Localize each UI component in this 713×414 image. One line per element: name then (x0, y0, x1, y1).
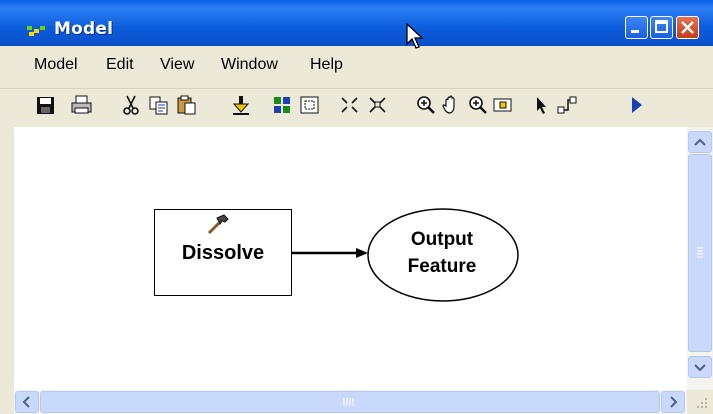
output-label-line1: Output (410, 229, 474, 250)
menu-help[interactable]: Help (310, 56, 343, 74)
copy-icon (149, 96, 168, 115)
minimize-button[interactable] (625, 16, 648, 39)
zoom-out-fixed-button[interactable] (366, 94, 390, 116)
zoom-in-button[interactable] (414, 94, 438, 116)
select-button[interactable] (530, 94, 554, 116)
model-window-icon (27, 26, 45, 36)
hammer-icon (207, 214, 229, 235)
menu-model[interactable]: Model (34, 56, 78, 74)
zoom-in-fixed-button[interactable] (338, 94, 362, 116)
menu-view[interactable]: View (160, 56, 194, 74)
resize-grip[interactable] (688, 391, 712, 413)
grip-icon (343, 398, 354, 406)
chevron-up-icon (694, 138, 706, 146)
zoom-in-fixed-icon (341, 97, 358, 113)
copy-button[interactable] (147, 94, 171, 116)
menu-edit[interactable]: Edit (106, 56, 134, 74)
print-button[interactable] (70, 94, 94, 116)
close-icon (681, 21, 694, 34)
pan-button[interactable] (440, 94, 464, 116)
add-data-icon (232, 96, 250, 115)
minimize-icon (631, 30, 639, 33)
pan-icon (442, 95, 455, 114)
full-extent-icon (300, 96, 319, 114)
paste-button[interactable] (175, 94, 199, 116)
grid-button[interactable] (271, 94, 295, 116)
connect-button[interactable] (556, 94, 580, 116)
zoom-out-icon (469, 96, 487, 114)
horizontal-scroll-thumb[interactable] (40, 391, 660, 413)
zoom-out-fixed-icon (369, 97, 386, 113)
output-label-line2: Feature (407, 256, 477, 277)
chevron-right-icon (670, 396, 678, 408)
vertical-scroll-thumb[interactable] (688, 154, 712, 352)
run-icon (632, 97, 642, 113)
connector-arrow (292, 248, 368, 258)
cut-button[interactable] (119, 94, 143, 116)
chevron-down-icon (694, 364, 706, 372)
window-title: Model (54, 19, 114, 39)
connect-icon (557, 96, 577, 114)
overview-icon (493, 98, 512, 112)
scroll-right-button[interactable] (661, 391, 685, 413)
menu-window[interactable]: Window (221, 56, 278, 74)
save-icon (37, 97, 54, 114)
grid-icon (274, 97, 290, 113)
maximize-button[interactable] (650, 16, 673, 39)
select-icon (537, 97, 546, 114)
close-button[interactable] (676, 16, 699, 39)
cut-icon (123, 95, 139, 115)
add-data-button[interactable] (229, 94, 253, 116)
tool-label: Dissolve (181, 242, 265, 264)
chevron-left-icon (22, 396, 30, 408)
resize-grip-icon (697, 398, 707, 408)
output-label: Output Feature (368, 226, 516, 280)
model-window: Model Model Edit View Window Help Dissol… (0, 0, 713, 414)
full-extent-button[interactable] (298, 94, 322, 116)
zoom-out-button[interactable] (466, 94, 490, 116)
window-border (0, 127, 14, 414)
grip-icon (697, 247, 703, 258)
mouse-cursor-icon (406, 22, 424, 49)
paste-icon (177, 95, 196, 115)
scroll-left-button[interactable] (15, 391, 39, 413)
scroll-up-button[interactable] (688, 131, 712, 153)
run-button[interactable] (625, 94, 649, 116)
maximize-icon (655, 20, 668, 33)
overview-button[interactable] (491, 94, 515, 116)
scroll-down-button[interactable] (688, 356, 712, 378)
print-icon (71, 95, 92, 114)
save-button[interactable] (34, 94, 58, 116)
zoom-in-icon (417, 96, 435, 114)
